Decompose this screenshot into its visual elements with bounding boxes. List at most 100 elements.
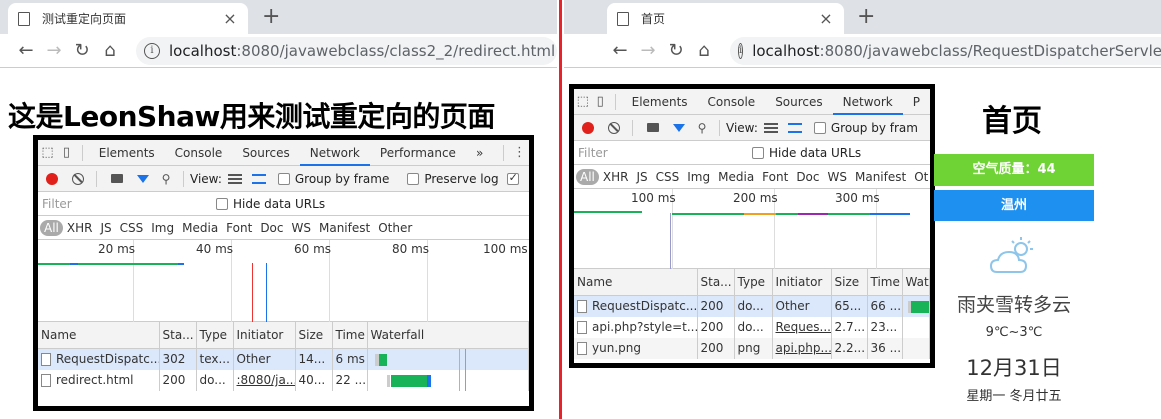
- group-by-frame-checkbox[interactable]: [813, 121, 826, 134]
- table-row[interactable]: api.php?style=t... 200 do... Reques... 2…: [574, 316, 930, 338]
- type-filter-manifest[interactable]: Manifest: [315, 221, 374, 235]
- column-header-size[interactable]: Size: [295, 322, 333, 349]
- back-button[interactable]: ←: [12, 40, 40, 61]
- type-filter-all[interactable]: All: [40, 219, 63, 236]
- column-header-initiator[interactable]: Initiator: [772, 269, 832, 296]
- column-header-initiator[interactable]: Initiator: [233, 322, 296, 349]
- column-header-time[interactable]: Time: [332, 322, 368, 349]
- table-row[interactable]: yun.png 200 png api.php... 2.2... 36 ...: [574, 337, 930, 359]
- tab-sources[interactable]: Sources: [232, 140, 299, 166]
- tab-console[interactable]: Console: [698, 89, 766, 115]
- column-header-type[interactable]: Type: [734, 269, 773, 296]
- type-filter-js[interactable]: JS: [96, 221, 115, 235]
- disable-cache-checkbox[interactable]: [506, 171, 519, 185]
- request-name[interactable]: RequestDispatc...: [574, 295, 698, 317]
- inspect-icon[interactable]: ⬚: [38, 145, 57, 160]
- type-filter-other[interactable]: Other: [374, 221, 416, 235]
- column-header-name[interactable]: Name: [38, 322, 160, 349]
- browser-tab[interactable]: 测试重定向页面 ×: [8, 3, 248, 34]
- tab-performance[interactable]: P: [903, 89, 930, 115]
- type-filter-img[interactable]: Img: [147, 221, 178, 235]
- reload-button[interactable]: ↻: [662, 40, 690, 61]
- type-filter-font[interactable]: Font: [758, 170, 792, 184]
- forward-button[interactable]: →: [634, 40, 662, 61]
- hide-data-urls-checkbox[interactable]: [216, 197, 228, 210]
- address-bar[interactable]: i localhost:8080/javawebclass/class2_2/r…: [136, 36, 557, 65]
- type-filter-manifest[interactable]: Manifest: [851, 170, 910, 184]
- column-header-status[interactable]: Sta...: [697, 269, 735, 296]
- request-name[interactable]: yun.png: [574, 337, 698, 359]
- tab-sources[interactable]: Sources: [765, 89, 832, 115]
- search-icon[interactable]: ⚲: [159, 172, 173, 186]
- type-filter-ws[interactable]: WS: [824, 170, 851, 184]
- filter-input[interactable]: Filter: [38, 197, 208, 211]
- clear-icon[interactable]: [72, 172, 84, 185]
- waterfall-view-icon[interactable]: [251, 173, 266, 184]
- column-header-waterfall[interactable]: Waterfall: [367, 322, 529, 349]
- waterfall-view-icon[interactable]: [787, 122, 802, 133]
- type-filter-xhr[interactable]: XHR: [599, 170, 633, 184]
- camera-icon[interactable]: [647, 123, 659, 132]
- request-initiator[interactable]: Reques...: [772, 316, 832, 338]
- type-filter-font[interactable]: Font: [222, 221, 256, 235]
- inspect-icon[interactable]: ⬚: [574, 94, 591, 109]
- reload-button[interactable]: ↻: [68, 40, 96, 61]
- more-tabs-button[interactable]: »: [466, 140, 493, 166]
- type-filter-img[interactable]: Img: [683, 170, 714, 184]
- device-toolbar-icon[interactable]: ▯: [57, 145, 76, 160]
- type-filter-all[interactable]: All: [576, 168, 599, 185]
- hide-data-urls-checkbox[interactable]: [752, 146, 764, 159]
- request-name[interactable]: RequestDispatc...: [38, 348, 160, 370]
- address-bar[interactable]: i localhost:8080/javawebclass/RequestDis…: [730, 36, 1161, 65]
- filter-icon[interactable]: [137, 174, 149, 183]
- table-row[interactable]: RequestDispatc... 302 tex... Other 14...…: [38, 348, 529, 370]
- tab-network[interactable]: Network: [832, 89, 903, 115]
- record-icon[interactable]: [582, 121, 594, 134]
- request-name[interactable]: redirect.html: [38, 369, 160, 391]
- column-header-type[interactable]: Type: [196, 322, 234, 349]
- type-filter-media[interactable]: Media: [178, 221, 222, 235]
- preserve-log-checkbox[interactable]: [407, 172, 420, 185]
- tab-elements[interactable]: Elements: [89, 140, 165, 166]
- home-button[interactable]: ⌂: [690, 40, 718, 61]
- device-toolbar-icon[interactable]: ▯: [591, 94, 608, 109]
- type-filter-css[interactable]: CSS: [652, 170, 684, 184]
- tab-elements[interactable]: Elements: [622, 89, 698, 115]
- request-initiator[interactable]: :8080/ja...: [233, 369, 296, 391]
- column-header-size[interactable]: Size: [831, 269, 868, 296]
- close-icon[interactable]: ×: [818, 9, 834, 28]
- forward-button[interactable]: →: [40, 40, 68, 61]
- home-button[interactable]: ⌂: [96, 40, 124, 61]
- type-filter-css[interactable]: CSS: [116, 221, 148, 235]
- tab-console[interactable]: Console: [165, 140, 233, 166]
- new-tab-button[interactable]: +: [857, 5, 875, 29]
- tab-performance[interactable]: Performance: [370, 140, 466, 166]
- type-filter-other[interactable]: Ot: [910, 170, 930, 184]
- back-button[interactable]: ←: [606, 40, 634, 61]
- type-filter-js[interactable]: JS: [632, 170, 651, 184]
- request-name[interactable]: api.php?style=t...: [574, 316, 698, 338]
- type-filter-doc[interactable]: Doc: [792, 170, 823, 184]
- column-header-waterfall[interactable]: Wat: [902, 269, 930, 296]
- column-header-time[interactable]: Time: [867, 269, 903, 296]
- kebab-menu-icon[interactable]: ⋮: [510, 145, 529, 160]
- record-icon[interactable]: [46, 172, 58, 185]
- filter-input[interactable]: Filter: [574, 146, 744, 160]
- camera-icon[interactable]: [111, 174, 123, 183]
- type-filter-doc[interactable]: Doc: [256, 221, 287, 235]
- list-view-icon[interactable]: [763, 122, 778, 133]
- table-row[interactable]: RequestDispatc... 200 do... Other 65... …: [574, 295, 930, 317]
- column-header-status[interactable]: Sta...: [159, 322, 197, 349]
- close-icon[interactable]: ×: [222, 9, 238, 28]
- new-tab-button[interactable]: +: [262, 5, 280, 29]
- type-filter-xhr[interactable]: XHR: [63, 221, 97, 235]
- search-icon[interactable]: ⚲: [695, 121, 709, 135]
- info-icon[interactable]: i: [144, 42, 160, 59]
- list-view-icon[interactable]: [227, 173, 242, 184]
- type-filter-media[interactable]: Media: [714, 170, 758, 184]
- type-filter-ws[interactable]: WS: [288, 221, 315, 235]
- filter-icon[interactable]: [673, 123, 685, 132]
- tab-network[interactable]: Network: [299, 140, 370, 166]
- table-row[interactable]: redirect.html 200 do... :8080/ja... 40..…: [38, 369, 529, 391]
- clear-icon[interactable]: [608, 121, 620, 134]
